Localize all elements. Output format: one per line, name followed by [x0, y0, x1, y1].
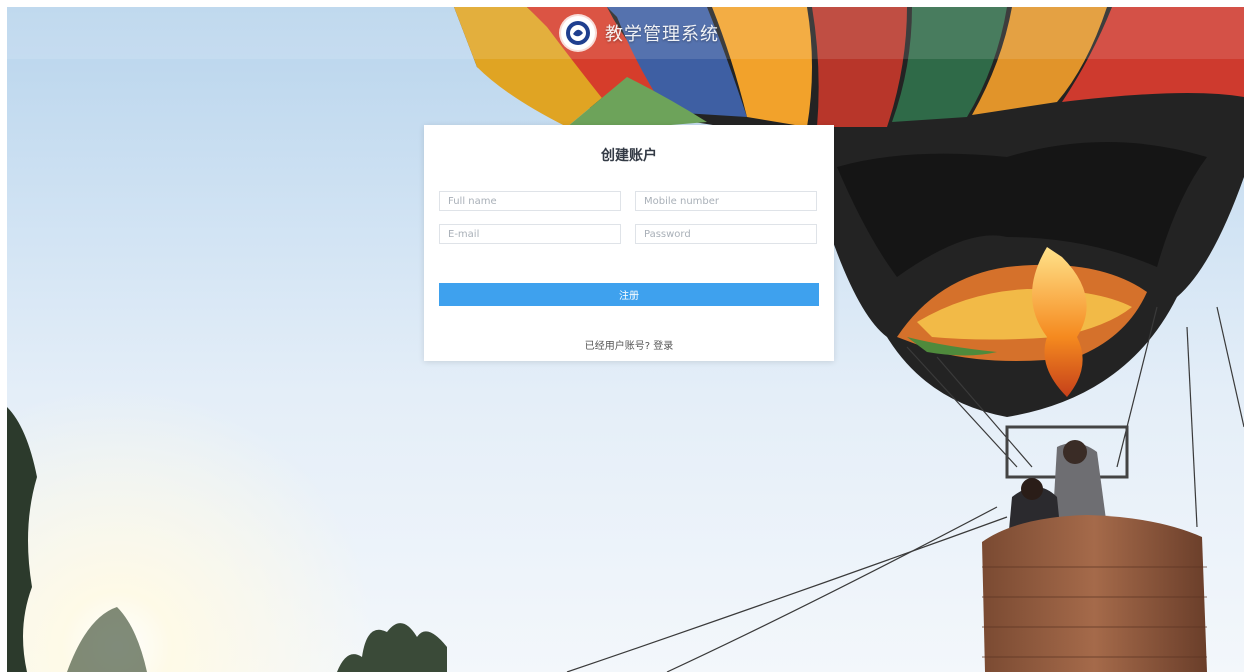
password-input[interactable] [635, 224, 817, 244]
email-input[interactable] [439, 224, 621, 244]
brand: 教学管理系统 [561, 15, 719, 51]
login-prompt-text: 已经用户账号? [584, 341, 651, 352]
school-logo-icon [561, 16, 595, 50]
full-name-input[interactable] [439, 191, 621, 211]
login-link[interactable]: 登录 [653, 341, 673, 352]
login-prompt-row: 已经用户账号? 登录 [424, 337, 834, 352]
brand-title: 教学管理系统 [605, 24, 719, 45]
mobile-number-input[interactable] [635, 191, 817, 211]
register-button[interactable]: 注册 [439, 283, 819, 306]
card-title: 创建账户 [601, 148, 657, 164]
register-card: 创建账户 注册 已经用户账号? 登录 [424, 125, 834, 361]
page-frame: 教学管理系统 创建账户 注册 已经用户账号? 登录 [7, 7, 1244, 672]
